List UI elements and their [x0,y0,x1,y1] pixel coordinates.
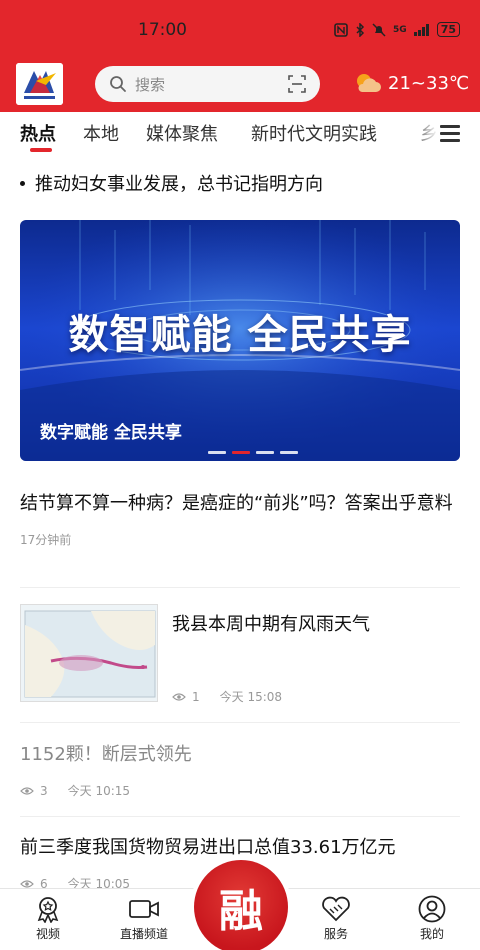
nav-service[interactable]: 服务 [296,895,376,942]
news-item[interactable]: 我县本周中期有风雨天气 1 今天 15:08 [20,604,460,704]
carousel-dot-active[interactable] [232,451,250,454]
mute-bell-icon [372,22,386,37]
banner-carousel[interactable]: 数智赋能 全民共享 数字赋能 全民共享 [20,220,460,461]
nav-video-label: 视频 [35,927,60,941]
view-count: 1 [192,689,200,704]
nav-service-label: 服务 [323,927,348,941]
media-center-button[interactable]: 融 [194,860,288,950]
status-bar: 17:00 5G 75 [0,0,480,64]
tab-media-focus[interactable]: 媒体聚焦 [146,120,218,146]
news-item[interactable]: 1152颗！断层式领先 3 今天 10:15 [20,740,460,799]
carousel-dot[interactable] [256,451,274,454]
active-tab-indicator [30,148,52,152]
partly-cloudy-icon [357,74,381,92]
bluetooth-icon [356,22,365,37]
news-meta: 3 今天 10:15 [20,782,460,799]
weather-widget[interactable]: 21~33℃ [354,72,469,94]
award-icon [37,897,59,923]
news-thumbnail [20,604,158,702]
carousel-indicators [208,451,298,454]
tab-civilization-practice[interactable]: 新时代文明实践 [251,120,377,146]
user-icon [418,895,446,923]
news-title: 结节算不算一种病？是癌症的“前兆”吗？答案出乎意料 [20,493,453,514]
app-logo[interactable] [16,63,63,105]
handshake-heart-icon [322,896,350,922]
carousel-dot[interactable] [208,451,226,454]
banner-caption: 数字赋能 全民共享 [40,423,182,443]
nav-video[interactable]: 视频 [8,895,88,942]
news-meta: 17分钟前 [20,531,460,548]
divider [20,722,460,723]
news-title: 我县本周中期有风雨天气 [172,614,370,635]
status-icons: 5G 75 [334,22,460,37]
nav-live-label: 直播频道 [119,927,168,941]
news-title: 前三季度我国货物贸易进出口总值33.61万亿元 [20,837,396,858]
network-label: 5G [393,24,407,35]
tab-hot[interactable]: 热点 [20,120,56,146]
carousel-dot[interactable] [280,451,298,454]
bullet-dot [20,180,25,186]
tab-local[interactable]: 本地 [83,120,119,146]
category-tabs: 热点 本地 媒体聚焦 新时代文明实践 乡 [0,112,480,156]
eye-icon [20,879,34,888]
view-count: 3 [40,783,48,798]
news-item[interactable]: 结节算不算一种病？是癌症的“前兆”吗？答案出乎意料 17分钟前 [20,490,460,548]
status-time: 17:00 [138,20,187,40]
weather-temp: 21~33℃ [388,72,470,94]
banner-title: 数智赋能 全民共享 [68,312,412,358]
search-placeholder: 搜索 [135,76,166,94]
news-meta: 1 今天 15:08 [172,688,282,705]
scan-icon[interactable] [288,75,306,93]
news-time: 今天 15:08 [219,690,283,704]
top-header: 17:00 5G 75 搜索 21~33℃ [0,0,480,112]
headline-item[interactable]: 推动妇女事业发展，总书记指明方向 [20,170,323,196]
battery-indicator: 75 [436,22,460,37]
news-title: 1152颗！断层式领先 [20,744,192,765]
menu-icon[interactable] [440,125,460,143]
search-icon [110,76,126,92]
video-camera-icon [129,900,159,918]
eye-icon [172,692,186,701]
center-button-label: 融 [219,886,263,937]
nav-mine[interactable]: 我的 [392,895,472,942]
eye-icon [20,786,34,795]
search-bar[interactable]: 搜索 [95,66,320,102]
signal-icon [413,23,429,36]
news-time: 17分钟前 [20,533,72,547]
nav-live[interactable]: 直播频道 [104,895,184,942]
nfc-icon [334,22,348,37]
news-time: 今天 10:15 [67,784,131,798]
divider [20,587,460,588]
divider [20,816,460,817]
headline-text: 推动妇女事业发展，总书记指明方向 [35,174,323,195]
nav-mine-label: 我的 [419,927,444,941]
